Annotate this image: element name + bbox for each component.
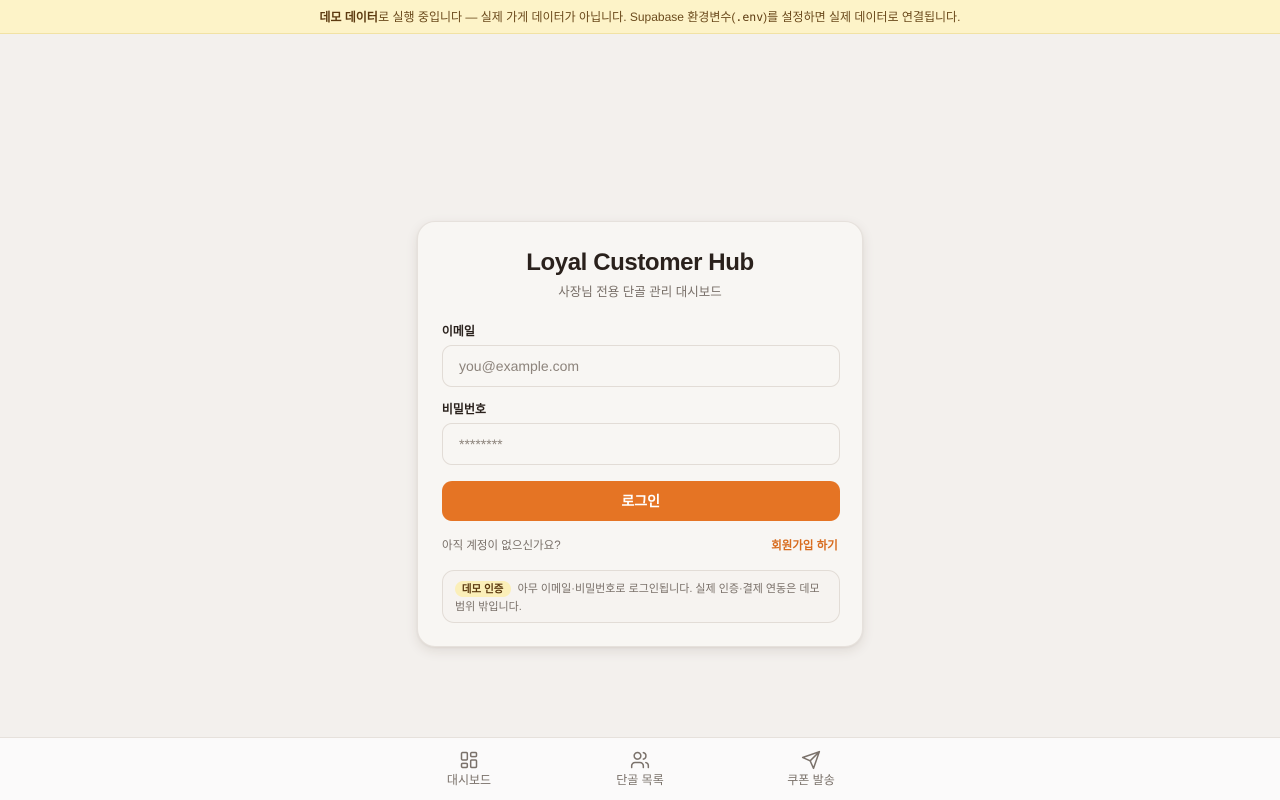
demo-auth-notice: 데모 인증 아무 이메일·비밀번호로 로그인됩니다. 실제 인증·결제 연동은 … — [442, 570, 840, 623]
email-field[interactable] — [442, 345, 840, 387]
nav-label-dashboard: 대시보드 — [446, 773, 492, 787]
bottom-navigation: 대시보드 단골 목록 쿠폰 발송 — [0, 737, 1280, 800]
nav-label-coupon: 쿠폰 발송 — [787, 773, 835, 787]
login-button[interactable]: 로그인 — [442, 481, 840, 521]
banner-text-after: )를 설정하면 실제 데이터로 연결됩니다. — [763, 10, 961, 24]
app-subtitle: 사장님 전용 단골 관리 대시보드 — [558, 285, 722, 299]
dashboard-grid-icon — [460, 751, 478, 769]
banner-text-before: 로 실행 중입니다 — 실제 가게 데이터가 아닙니다. Supabase 환경… — [378, 10, 736, 24]
email-label: 이메일 — [442, 324, 476, 338]
banner-strong-text: 데모 데이터 — [319, 10, 379, 24]
password-field[interactable] — [442, 423, 840, 465]
nav-label-regulars: 단골 목록 — [616, 773, 664, 787]
password-label: 비밀번호 — [442, 402, 487, 416]
send-icon — [801, 750, 821, 770]
banner-env-code: .env — [735, 9, 764, 24]
nav-item-regulars[interactable]: 단골 목록 — [580, 750, 700, 788]
signup-row: 아직 계정이 없으신가요? 회원가입 하기 — [442, 537, 838, 553]
demo-data-banner: 데모 데이터 로 실행 중입니다 — 실제 가게 데이터가 아닙니다. Supab… — [0, 0, 1280, 34]
users-icon — [630, 751, 650, 769]
nav-item-dashboard[interactable]: 대시보드 — [409, 750, 529, 788]
signup-question: 아직 계정이 없으신가요? — [442, 540, 561, 552]
login-card: Loyal Customer Hub 사장님 전용 단골 관리 대시보드 이메일… — [417, 221, 863, 647]
demo-auth-badge: 데모 인증 — [455, 581, 511, 597]
signup-link[interactable]: 회원가입 하기 — [771, 537, 838, 553]
app-title: Loyal Customer Hub — [526, 249, 754, 276]
nav-item-coupon[interactable]: 쿠폰 발송 — [751, 750, 871, 788]
